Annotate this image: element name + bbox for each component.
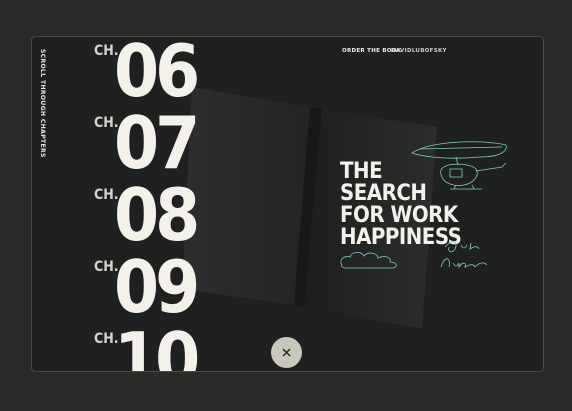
chapter-number-06[interactable]: 06 <box>114 37 200 107</box>
close-button[interactable] <box>271 337 302 368</box>
author-link[interactable]: DAVIDLUBOFSKY <box>391 48 447 54</box>
cloud-doodle <box>340 251 397 269</box>
chapter-number-07[interactable]: 07 <box>114 107 200 179</box>
title-line: SEARCH <box>340 181 427 206</box>
author-signature <box>440 241 488 269</box>
chapter-number-10[interactable]: 10 <box>114 323 200 371</box>
chapter-number-09[interactable]: 09 <box>114 251 200 323</box>
chapter-number-08[interactable]: 08 <box>114 179 200 251</box>
chapter-list[interactable]: CH. 06 CH. 07 CH. 08 CH. 09 CH. 10 <box>32 37 232 371</box>
title-line: FOR WORK <box>340 203 458 228</box>
main-panel: SCROLL THROUGH CHAPTERS CH. 06 CH. 07 CH… <box>31 36 544 372</box>
close-icon <box>282 348 291 357</box>
book-title: THE SEARCH FOR WORK HAPPINESS <box>340 161 470 249</box>
title-line: THE <box>340 159 383 184</box>
